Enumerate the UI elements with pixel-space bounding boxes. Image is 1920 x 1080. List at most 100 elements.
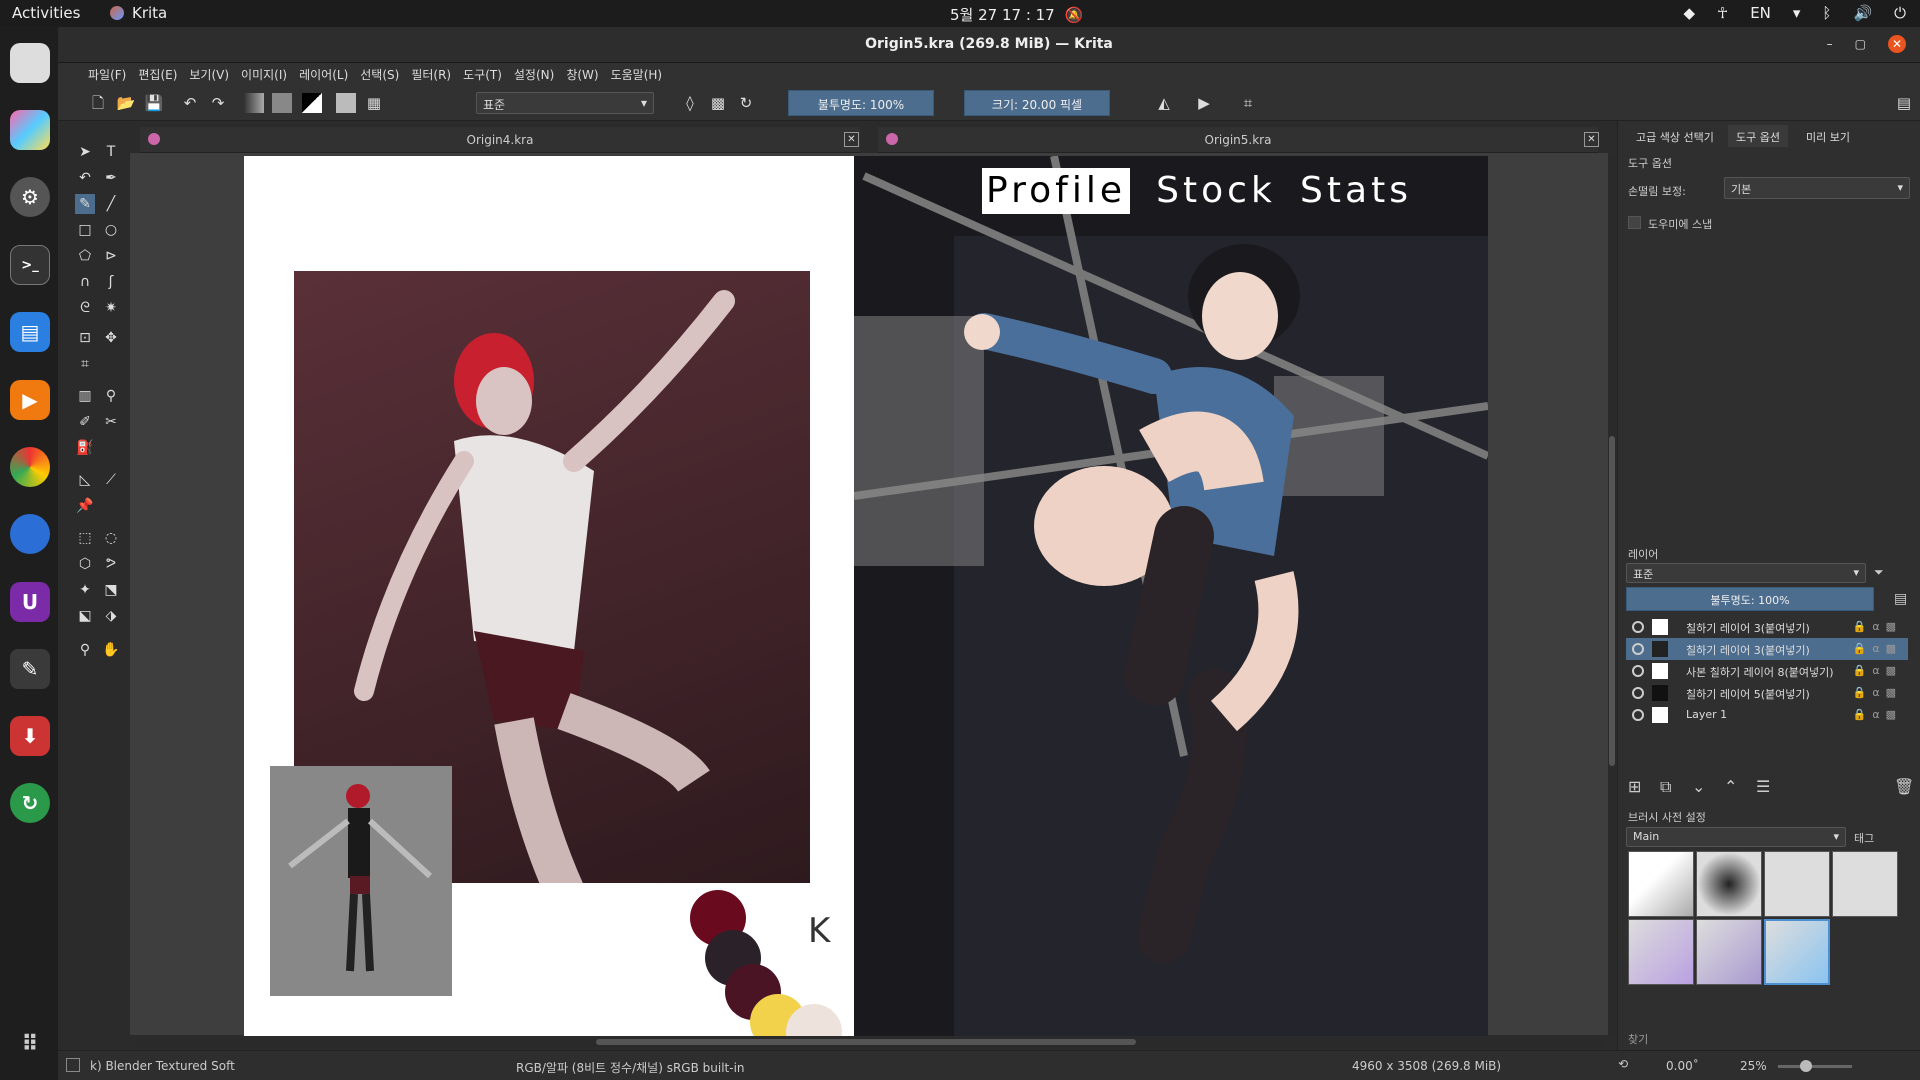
eye-icon[interactable]	[1632, 687, 1644, 699]
brush-preset-watercolor[interactable]	[1628, 919, 1694, 985]
window-titlebar[interactable]: Origin5.kra (269.8 MiB) — Krita – ▢ ✕	[58, 27, 1920, 63]
image-dimensions[interactable]: 4960 x 3508 (269.8 MiB)	[1352, 1059, 1501, 1073]
color-app-icon[interactable]	[10, 110, 50, 150]
fill-tool-icon[interactable]: ⛽	[75, 438, 95, 458]
undo-icon[interactable]: ↶	[180, 93, 200, 113]
ellipse-select-icon[interactable]: ◌	[101, 528, 121, 548]
rect-select-icon[interactable]: ⬚	[75, 528, 95, 548]
doc-tab-origin5[interactable]: Origin5.kra ✕	[878, 127, 1599, 153]
delete-layer-icon[interactable]: 🗑	[1894, 777, 1914, 796]
layer-blend-select[interactable]: 표준 ▾	[1626, 563, 1866, 583]
eye-icon[interactable]	[1632, 643, 1644, 655]
video-player-icon[interactable]: ▶	[10, 380, 50, 420]
brush-preset-wet[interactable]	[1696, 919, 1762, 985]
brush-preset-icon[interactable]	[336, 93, 356, 113]
text-tool-icon[interactable]: T	[101, 142, 121, 162]
menu-tools[interactable]: 도구(T)	[457, 63, 508, 85]
crop-tool-icon[interactable]: ⌗	[75, 354, 95, 374]
tag-button[interactable]: 태그	[1854, 830, 1874, 846]
alpha-lock-icon[interactable]: ▩	[708, 93, 728, 113]
close-window-button[interactable]: ✕	[1888, 35, 1906, 53]
measure-tool-icon[interactable]: ⟋	[101, 470, 121, 490]
similar-select-icon[interactable]: ⬔	[101, 580, 121, 600]
color-picker-tool-icon[interactable]: ⚲	[101, 386, 121, 406]
lock-alpha-icons[interactable]: 🔒α▩	[1853, 708, 1902, 721]
zoom-tool-icon[interactable]: ⚲	[75, 640, 95, 660]
preset-group-select[interactable]: Main ▾	[1626, 827, 1846, 847]
fg-bg-color-icon[interactable]	[302, 93, 322, 113]
update-icon[interactable]: ↻	[10, 783, 50, 823]
transform-tool-icon[interactable]: ⊡	[75, 328, 95, 348]
line-tool-icon[interactable]: ╱	[101, 194, 121, 214]
dynamic-brush-icon[interactable]: ᘓ	[75, 298, 95, 318]
color-space[interactable]: RGB/알파 (8비트 정수/채널) sRGB built-in	[516, 1059, 745, 1076]
menu-help[interactable]: 도움말(H)	[605, 63, 669, 85]
wrap-around-icon[interactable]: ⌗	[1238, 93, 1258, 113]
terminal-icon[interactable]: >_	[10, 245, 50, 285]
eye-icon[interactable]	[1632, 709, 1644, 721]
scrollbar-thumb[interactable]	[1609, 436, 1615, 766]
ellipse-tool-icon[interactable]: ○	[101, 220, 121, 240]
scrollbar-thumb[interactable]	[596, 1039, 1136, 1045]
menu-view[interactable]: 보기(V)	[183, 63, 235, 85]
document-origin4[interactable]: K	[244, 156, 854, 1060]
layer-row[interactable]: Layer 1 🔒α▩	[1626, 704, 1908, 726]
freehand-path-icon[interactable]: ʃ	[101, 272, 121, 292]
magnetic-select-icon[interactable]: ⬗	[101, 606, 121, 626]
chrome-icon[interactable]	[10, 447, 50, 487]
minimize-button[interactable]: –	[1827, 37, 1833, 51]
size-slider[interactable]: 크기: 20.00 픽셀	[964, 90, 1110, 116]
lock-alpha-icons[interactable]: 🔒α▩	[1853, 642, 1902, 655]
new-document-icon[interactable]: 🗋	[88, 93, 108, 113]
layer-row[interactable]: 칠하기 레이어 3(붙여넣기) 🔒α▩	[1626, 616, 1908, 638]
ubuntu-pro-icon[interactable]: U	[10, 582, 50, 622]
colorize-mask-icon[interactable]: ✐	[75, 412, 95, 432]
zoom-value[interactable]: 25%	[1740, 1059, 1767, 1073]
zoom-slider[interactable]	[1778, 1060, 1852, 1072]
magic-wand-icon[interactable]: ✦	[75, 580, 95, 600]
doc-tab-origin4[interactable]: Origin4.kra ✕	[140, 127, 860, 153]
menu-filter[interactable]: 필터(R)	[405, 63, 457, 85]
show-apps-icon[interactable]: ⠿	[10, 1024, 50, 1064]
calligraphy-icon[interactable]: ✒	[101, 168, 121, 188]
layer-row-selected[interactable]: 칠하기 레이어 3(붙여넣기) 🔒α▩	[1626, 638, 1908, 660]
brush-preset-selected[interactable]	[1764, 919, 1830, 985]
brush-preset-eraser[interactable]	[1628, 851, 1694, 917]
snap-checkbox[interactable]	[1628, 216, 1641, 229]
menu-select[interactable]: 선택(S)	[354, 63, 405, 85]
layer-row[interactable]: 사본 칠하기 레이어 8(붙여넣기) 🔒α▩	[1626, 660, 1908, 682]
brush-preset-pencil[interactable]	[1764, 851, 1830, 917]
smoothing-select[interactable]: 기본 ▾	[1724, 177, 1910, 199]
tab-advanced-color[interactable]: 고급 색상 선택기	[1628, 125, 1722, 147]
lock-alpha-icons[interactable]: 🔒α▩	[1853, 686, 1902, 699]
brush-preset-ink[interactable]	[1832, 851, 1898, 917]
multibrush-icon[interactable]: ✷	[101, 298, 121, 318]
eye-icon[interactable]	[1632, 621, 1644, 633]
duplicate-layer-icon[interactable]: ⧉	[1660, 777, 1671, 797]
menu-window[interactable]: 창(W)	[560, 63, 604, 85]
workspace-icon[interactable]: ▦	[364, 93, 384, 113]
add-layer-icon[interactable]: ⊞	[1628, 777, 1641, 796]
settings-gear-icon[interactable]: ⚙	[10, 177, 50, 217]
close-doc-button[interactable]: ✕	[844, 132, 859, 147]
gradient-preset-icon[interactable]	[244, 93, 264, 113]
activities-button[interactable]: Activities	[12, 4, 80, 22]
vertical-scrollbar[interactable]	[1608, 156, 1616, 1036]
language-indicator[interactable]: EN	[1750, 4, 1771, 22]
lock-alpha-icons[interactable]: 🔒α▩	[1853, 620, 1902, 633]
krita-dock-icon[interactable]: ✎	[10, 649, 50, 689]
select-shapes-icon[interactable]: ➤	[75, 142, 95, 162]
rotation-value[interactable]: 0.00˚	[1666, 1059, 1699, 1073]
move-tool-icon[interactable]: ✥	[101, 328, 121, 348]
freehand-brush-icon[interactable]: ✎	[75, 194, 95, 214]
rectangle-tool-icon[interactable]: □	[75, 220, 95, 240]
brush-preset-airbrush[interactable]	[1696, 851, 1762, 917]
polygon-select-icon[interactable]: ⬡	[75, 554, 95, 574]
firefox-icon[interactable]	[10, 514, 50, 554]
files-icon[interactable]: ▤	[10, 312, 50, 352]
menu-settings[interactable]: 설정(N)	[508, 63, 560, 85]
open-folder-icon[interactable]: 📂	[116, 93, 136, 113]
system-tray[interactable]: ◆ ☥ EN ▾ ᛒ 🔊 ⏻	[1683, 4, 1906, 22]
volume-icon[interactable]: 🔊	[1853, 4, 1872, 22]
docker-toggle-icon[interactable]: ▤	[1894, 93, 1914, 113]
